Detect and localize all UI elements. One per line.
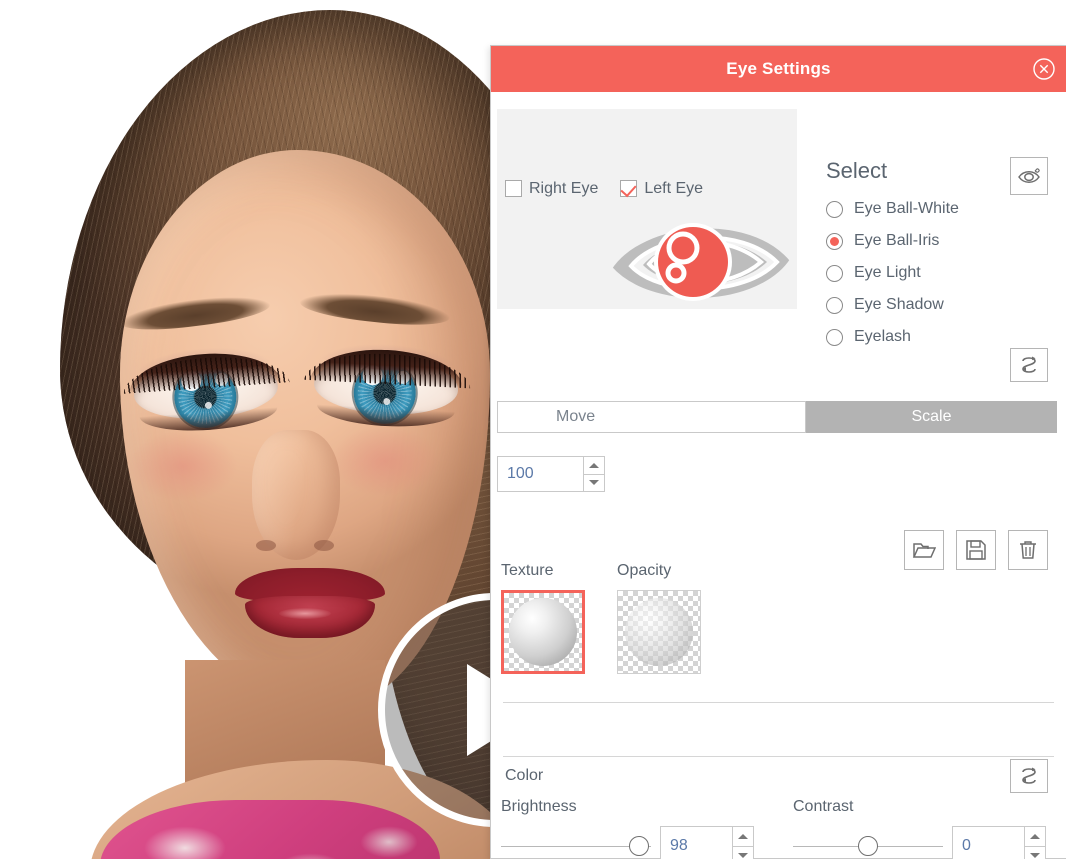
reset-arrows-icon[interactable] <box>1010 759 1048 793</box>
eye-side-selector: Right Eye Left Eye <box>505 180 795 198</box>
divider <box>503 702 1054 703</box>
opacity-map-thumbnail[interactable] <box>617 590 701 674</box>
radio-indicator[interactable] <box>826 328 843 346</box>
open-folder-icon[interactable] <box>904 530 944 570</box>
right-eye-checkbox-row[interactable]: Right Eye <box>505 180 598 198</box>
radio-indicator[interactable] <box>826 264 843 282</box>
radio-indicator[interactable] <box>826 232 843 250</box>
stepper-up-button[interactable] <box>732 826 754 846</box>
slider-brightness-label: Brightness <box>501 798 577 815</box>
radio-indicator[interactable] <box>826 200 843 218</box>
slider-brightness-stepper[interactable]: 98 <box>660 826 754 859</box>
slider-brightness-line: 98 <box>501 826 769 859</box>
stepper-up-button[interactable] <box>1024 826 1046 846</box>
eye-diagram-icon[interactable] <box>601 202 801 322</box>
map-thumbnails: Texture Opacity <box>501 562 705 674</box>
stepper-buttons[interactable] <box>1024 826 1046 859</box>
radio-eye-ball-iris[interactable]: Eye Ball-Iris <box>826 225 1056 257</box>
slider-contrast-track[interactable] <box>793 835 943 857</box>
radio-label: Eye Ball-Iris <box>854 232 940 249</box>
color-section-label: Color <box>505 767 544 784</box>
stepper-down-button[interactable] <box>583 473 605 492</box>
chevron-down-icon <box>1030 853 1040 859</box>
file-action-toolbar <box>904 530 1048 570</box>
slider-contrast-line: 0 <box>793 826 1057 859</box>
radio-eye-ball-white[interactable]: Eye Ball-White <box>826 193 1056 225</box>
left-eye-checkbox-row[interactable]: Left Eye <box>620 180 703 198</box>
slider-contrast: Contrast 0 <box>793 798 1057 859</box>
chevron-up-icon <box>738 833 748 839</box>
stepper-down-button[interactable] <box>732 845 754 859</box>
tab-move[interactable]: Move <box>497 401 806 433</box>
opacity-map-label: Opacity <box>617 562 672 579</box>
panel-titlebar: Eye Settings <box>491 46 1066 92</box>
slider-brightness-knob[interactable] <box>629 836 649 856</box>
reset-arrows-icon[interactable] <box>1010 348 1048 382</box>
stepper-up-button[interactable] <box>583 456 605 474</box>
tab-scale-label: Scale <box>911 408 952 425</box>
cheek-blush-right <box>330 425 440 497</box>
save-disk-icon[interactable] <box>956 530 996 570</box>
left-eye-label: Left Eye <box>644 180 704 197</box>
radio-label: Eye Shadow <box>854 296 944 313</box>
lips <box>235 568 385 640</box>
lip-gloss-highlight <box>279 608 331 619</box>
slider-contrast-stepper[interactable]: 0 <box>952 826 1046 859</box>
left-eye-checkbox[interactable] <box>620 180 638 198</box>
eye-preview-icon[interactable] <box>1010 157 1048 195</box>
radio-eye-shadow[interactable]: Eye Shadow <box>826 289 1056 321</box>
slider-contrast-knob[interactable] <box>858 836 878 856</box>
right-eye-label: Right Eye <box>529 180 599 197</box>
panel-title: Eye Settings <box>726 59 831 78</box>
chevron-down-icon <box>738 853 748 859</box>
radio-eye-light[interactable]: Eye Light <box>826 257 1056 289</box>
eye-settings-panel: Eye Settings Right Eye Left Eye Select E… <box>490 45 1066 859</box>
radio-label: Eyelash <box>854 328 911 345</box>
transform-value-stepper[interactable]: 100 <box>497 456 605 492</box>
app-screenshot: Eye Settings Right Eye Left Eye Select E… <box>0 0 1066 859</box>
slider-brightness-track[interactable] <box>501 835 651 857</box>
chevron-up-icon <box>1030 833 1040 839</box>
transform-tabs: Move Scale <box>497 401 1057 433</box>
texture-map-cell: Texture <box>501 562 589 674</box>
slider-contrast-label: Contrast <box>793 798 854 815</box>
texture-map-thumbnail[interactable] <box>501 590 585 674</box>
stepper-buttons[interactable] <box>732 826 754 859</box>
eye-select-section: Right Eye Left Eye Select Eye Ball-White… <box>491 92 1066 382</box>
trash-icon[interactable] <box>1008 530 1048 570</box>
chevron-down-icon <box>589 480 599 486</box>
cheek-blush-left <box>128 430 238 502</box>
right-eye-checkbox[interactable] <box>505 180 522 198</box>
sphere-preview <box>625 598 693 666</box>
close-icon[interactable] <box>1032 57 1056 81</box>
divider <box>503 756 1054 757</box>
tab-move-label: Move <box>556 408 596 425</box>
character-eye-left <box>127 343 284 437</box>
tab-scale[interactable]: Scale <box>806 401 1057 433</box>
opacity-map-cell: Opacity <box>617 562 705 674</box>
slider-contrast-value[interactable]: 0 <box>952 826 1024 859</box>
nostril <box>314 540 334 551</box>
slider-brightness-value[interactable]: 98 <box>660 826 732 859</box>
transform-value-input[interactable]: 100 <box>497 456 583 492</box>
chevron-up-icon <box>589 462 599 468</box>
stepper-buttons[interactable] <box>583 456 605 492</box>
nostril <box>256 540 276 551</box>
radio-label: Eye Ball-White <box>854 200 959 217</box>
stepper-down-button[interactable] <box>1024 845 1046 859</box>
radio-indicator[interactable] <box>826 296 843 314</box>
sphere-preview <box>509 598 577 666</box>
slider-brightness: Brightness 98 <box>501 798 769 859</box>
character-eye-right <box>308 340 464 432</box>
panel-body: Right Eye Left Eye Select Eye Ball-White… <box>491 92 1066 859</box>
radio-label: Eye Light <box>854 264 921 281</box>
texture-map-label: Texture <box>501 562 554 579</box>
